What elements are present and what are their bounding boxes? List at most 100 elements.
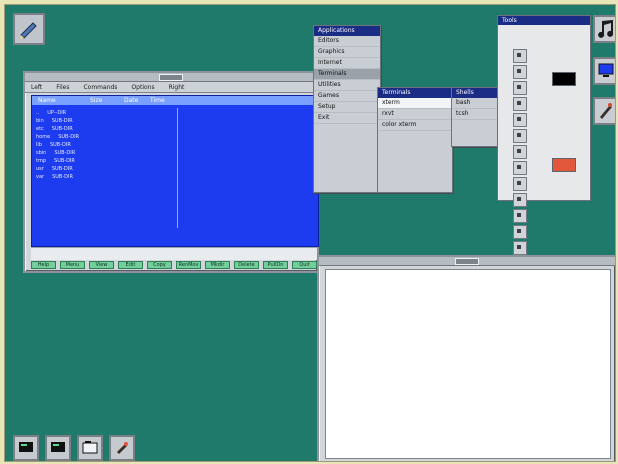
desktop: Left Files Commands Options Right Name S…	[4, 4, 616, 462]
file-size: SUB-DIR	[54, 149, 76, 156]
tool-move-icon[interactable]	[513, 193, 527, 207]
menu-item-exit[interactable]: Exit	[314, 113, 380, 124]
files-icon[interactable]	[77, 435, 103, 461]
tool-select-icon[interactable]	[513, 177, 527, 191]
menubar-item-commands[interactable]: Commands	[83, 84, 117, 91]
menu-title: Applications	[314, 26, 380, 36]
file-row[interactable]: usr SUB-DIR	[36, 165, 166, 172]
file-name: home	[36, 133, 51, 140]
file-size: SUB-DIR	[51, 165, 73, 172]
fkey-menu[interactable]: Menu	[60, 261, 85, 269]
menu-item-internet[interactable]: Internet	[314, 58, 380, 69]
fkey-pulldn[interactable]: PullDn	[263, 261, 288, 269]
color-swatch-orange[interactable]	[552, 158, 576, 172]
header-size: Size	[90, 97, 103, 104]
menubar-item-right[interactable]: Right	[169, 84, 185, 91]
submenu-item-xterm[interactable]: xterm	[378, 98, 452, 109]
applications-menu[interactable]: Applications Editors Graphics Internet T…	[313, 25, 381, 193]
submenu-item-color-xterm[interactable]: color xterm	[378, 120, 452, 131]
menubar-item-options[interactable]: Options	[131, 84, 154, 91]
paint-icon[interactable]	[109, 435, 135, 461]
file-size: SUB-DIR	[58, 133, 80, 140]
file-row[interactable]: tmp SUB-DIR	[36, 157, 166, 164]
pencil-icon[interactable]	[13, 13, 45, 45]
tool-grid	[512, 48, 542, 335]
editor-canvas[interactable]	[325, 269, 611, 459]
file-name: ..	[36, 109, 40, 116]
tool-fill-icon[interactable]	[513, 129, 527, 143]
tool-brush-icon[interactable]	[513, 49, 527, 63]
file-row[interactable]: etc SUB-DIR	[36, 125, 166, 132]
palette-title: Tools	[498, 16, 590, 25]
file-row[interactable]: var SUB-DIR	[36, 173, 166, 180]
file-manager-statusbar	[31, 247, 317, 260]
tool-zoom-icon[interactable]	[513, 209, 527, 223]
tool-text-icon[interactable]	[513, 145, 527, 159]
header-name: Name	[38, 97, 56, 104]
terminal-icon[interactable]	[45, 435, 71, 461]
menu-item-editors[interactable]: Editors	[314, 36, 380, 47]
terminal-icon[interactable]	[13, 435, 39, 461]
tool-curve-icon[interactable]	[513, 241, 527, 255]
fkey-help[interactable]: Help	[31, 261, 56, 269]
tool-eraser-icon[interactable]	[513, 161, 527, 175]
file-row[interactable]: home SUB-DIR	[36, 133, 166, 140]
menu-item-setup[interactable]: Setup	[314, 102, 380, 113]
tool-palette-window[interactable]: Tools	[497, 15, 591, 335]
fkey-mkdir[interactable]: Mkdir	[205, 261, 230, 269]
menu-item-games[interactable]: Games	[314, 91, 380, 102]
file-row[interactable]: bin SUB-DIR	[36, 117, 166, 124]
fkey-delete[interactable]: Delete	[234, 261, 259, 269]
file-manager-menubar: Left Files Commands Options Right	[25, 82, 317, 93]
tool-rect-icon[interactable]	[513, 97, 527, 111]
fkey-view[interactable]: View	[89, 261, 114, 269]
file-manager-window[interactable]: Left Files Commands Options Right Name S…	[23, 71, 319, 273]
tool-line-icon[interactable]	[513, 81, 527, 95]
menu-item-graphics[interactable]: Graphics	[314, 47, 380, 58]
file-row[interactable]: .. UP--DIR	[36, 109, 166, 116]
blank-editor-window[interactable]	[317, 255, 615, 461]
file-size: SUB-DIR	[49, 141, 71, 148]
tool-spray-icon[interactable]	[513, 225, 527, 239]
file-size: SUB-DIR	[52, 173, 73, 180]
file-list-pane[interactable]: Name Size Date Time .. UP--DIR bin SUB-D…	[31, 95, 319, 247]
fkey-quit[interactable]: Quit	[292, 261, 317, 269]
header-time: Time	[150, 97, 165, 104]
pane-divider	[177, 108, 178, 228]
menu-item-terminals[interactable]: Terminals	[314, 69, 380, 80]
fkey-edit[interactable]: Edit	[118, 261, 143, 269]
submenu-item-rxvt[interactable]: rxvt	[378, 109, 452, 120]
file-name: var	[36, 173, 45, 180]
file-name: usr	[36, 165, 44, 172]
file-name: tmp	[36, 157, 47, 164]
titlebar-grip[interactable]	[159, 74, 183, 81]
color-swatch-black[interactable]	[552, 72, 576, 86]
fkey-renmov[interactable]: RenMov	[176, 261, 201, 269]
terminals-submenu[interactable]: Terminals xterm rxvt color xterm	[377, 87, 453, 193]
note-icon[interactable]	[593, 15, 615, 43]
tool-pencil-icon[interactable]	[513, 65, 527, 79]
file-size: SUB-DIR	[51, 125, 73, 132]
file-size: SUB-DIR	[51, 117, 73, 124]
function-keys-bar: Help Menu View Edit Copy RenMov Mkdir De…	[31, 261, 317, 269]
pen-icon[interactable]	[593, 97, 615, 125]
file-row[interactable]: sbin SUB-DIR	[36, 149, 166, 156]
fkey-copy[interactable]: Copy	[147, 261, 172, 269]
blank-window-titlebar[interactable]	[319, 257, 615, 266]
menu-item-utilities[interactable]: Utilities	[314, 80, 380, 91]
taskbar	[5, 431, 175, 461]
file-manager-titlebar[interactable]	[25, 73, 317, 82]
tool-ellipse-icon[interactable]	[513, 113, 527, 127]
file-size: SUB-DIR	[54, 157, 75, 164]
file-row[interactable]: lib SUB-DIR	[36, 141, 166, 148]
menubar-item-left[interactable]: Left	[31, 84, 42, 91]
submenu-title: Terminals	[378, 88, 452, 98]
header-date: Date	[124, 97, 139, 104]
file-name: lib	[36, 141, 42, 148]
file-name: sbin	[36, 149, 47, 156]
menubar-item-files[interactable]: Files	[56, 84, 69, 91]
file-name: etc	[36, 125, 44, 132]
file-name: bin	[36, 117, 44, 124]
monitor-icon[interactable]	[593, 57, 615, 85]
titlebar-grip[interactable]	[455, 258, 479, 265]
